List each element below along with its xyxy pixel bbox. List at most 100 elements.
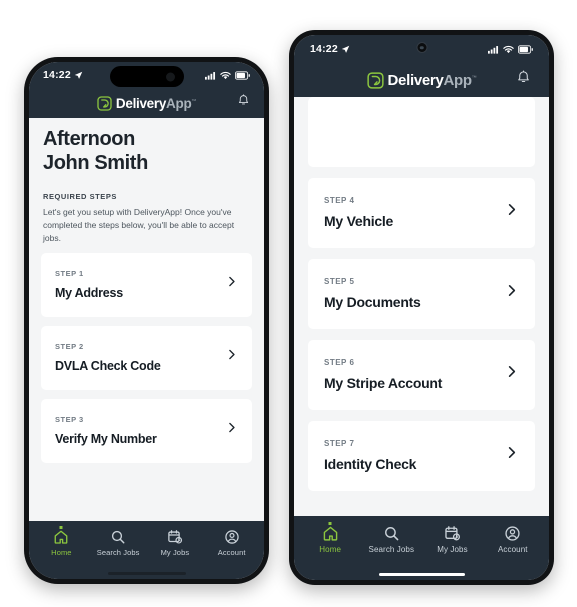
calendar-clock-icon bbox=[168, 530, 182, 544]
chevron-right-icon bbox=[225, 421, 238, 439]
active-indicator-dot bbox=[59, 526, 63, 529]
required-steps-section: REQUIRED STEPS Let's get you setup with … bbox=[29, 177, 264, 252]
screen-content-left: Afternoon John Smith REQUIRED STEPS Let'… bbox=[29, 118, 264, 521]
app-logo: DeliveryApp™ bbox=[366, 71, 477, 89]
step-card[interactable]: STEP 6 My Stripe Account bbox=[308, 340, 535, 410]
step-card-step-label: STEP 7 bbox=[324, 438, 355, 448]
deliveryapp-logo-icon bbox=[366, 71, 384, 89]
nav-label-my-jobs: My Jobs bbox=[437, 545, 468, 554]
step-card-texts: STEP 1 My Address bbox=[55, 269, 123, 300]
account-circle-icon bbox=[224, 530, 239, 544]
bell-icon bbox=[238, 94, 249, 105]
status-bar: 14:22 bbox=[294, 35, 549, 63]
status-bar-indicators bbox=[488, 44, 533, 54]
bell-icon bbox=[518, 70, 529, 83]
phone-mockup-right: 14:22 DeliveryApp™ STEP 4 My Vehicle STE… bbox=[289, 30, 554, 585]
battery-icon bbox=[235, 70, 250, 80]
phone-screen-right: 14:22 DeliveryApp™ STEP 4 My Vehicle STE… bbox=[294, 35, 549, 580]
step-card[interactable]: STEP 4 My Vehicle bbox=[308, 178, 535, 248]
step-card[interactable]: STEP 2 DVLA Check Code bbox=[41, 326, 252, 391]
step-card[interactable]: STEP 3 Verify My Number bbox=[41, 399, 252, 464]
status-bar-time-group: 14:22 bbox=[310, 43, 350, 55]
status-bar-time: 14:22 bbox=[43, 69, 71, 81]
step-card-step-label: STEP 2 bbox=[55, 341, 84, 351]
phone-screen-left: 14:22 DeliveryApp™ Afternoon John Smith … bbox=[29, 62, 264, 579]
app-bar: DeliveryApp™ bbox=[29, 88, 264, 118]
step-card-partial-cutoff[interactable] bbox=[308, 97, 535, 167]
step-card-texts: STEP 3 Verify My Number bbox=[55, 415, 157, 446]
nav-item-my-jobs[interactable]: My Jobs bbox=[430, 525, 474, 554]
active-indicator-dot bbox=[328, 522, 332, 525]
step-card-step-label: STEP 6 bbox=[324, 357, 355, 367]
step-card-title: DVLA Check Code bbox=[55, 358, 161, 373]
step-card-texts: STEP 7 Identity Check bbox=[324, 439, 416, 472]
steps-list-left: STEP 1 My Address STEP 2 DVLA Check Code bbox=[29, 251, 264, 464]
cellular-signal-icon bbox=[488, 45, 499, 54]
logo-trademark: ™ bbox=[191, 98, 197, 104]
status-bar-time-group: 14:22 bbox=[43, 69, 83, 81]
nav-item-search-jobs[interactable]: Search Jobs bbox=[369, 525, 415, 554]
logo-trademark: ™ bbox=[471, 74, 477, 81]
chevron-right-icon bbox=[504, 445, 519, 465]
home-icon bbox=[323, 526, 337, 541]
notification-bell-button[interactable] bbox=[237, 94, 250, 112]
step-card[interactable]: STEP 7 Identity Check bbox=[308, 421, 535, 491]
step-card-title: My Address bbox=[55, 285, 123, 300]
bottom-navigation-left: Home Search Jobs My Jobs Account bbox=[29, 521, 264, 567]
search-icon bbox=[112, 530, 125, 544]
wifi-icon bbox=[503, 45, 514, 53]
nav-item-home[interactable]: Home bbox=[39, 526, 83, 557]
step-card-title: My Documents bbox=[324, 293, 421, 310]
cellular-signal-icon bbox=[205, 71, 216, 80]
chevron-right-icon bbox=[504, 202, 519, 222]
step-card[interactable]: STEP 5 My Documents bbox=[308, 259, 535, 329]
step-card-texts: STEP 6 My Stripe Account bbox=[324, 358, 442, 391]
status-bar: 14:22 bbox=[29, 62, 264, 88]
home-icon bbox=[54, 530, 68, 544]
step-card[interactable]: STEP 1 My Address bbox=[41, 253, 252, 318]
location-arrow-icon bbox=[341, 45, 350, 53]
home-indicator-right[interactable] bbox=[378, 572, 465, 576]
steps-list-right: STEP 4 My Vehicle STEP 5 My Documents ST… bbox=[294, 97, 549, 491]
greeting-time-of-day: Afternoon bbox=[43, 128, 135, 150]
step-card-step-label: STEP 4 bbox=[324, 195, 355, 205]
deliveryapp-logo-icon bbox=[97, 95, 112, 111]
device-punch-hole-camera bbox=[416, 42, 427, 53]
status-bar-time: 14:22 bbox=[310, 43, 338, 55]
logo-text-light: App bbox=[443, 71, 473, 89]
nav-item-search-jobs[interactable]: Search Jobs bbox=[96, 529, 140, 557]
chevron-right-icon bbox=[504, 364, 519, 384]
step-card-title: Identity Check bbox=[324, 455, 417, 472]
notification-bell-button[interactable] bbox=[516, 70, 531, 90]
app-logo-text: DeliveryApp™ bbox=[116, 96, 196, 111]
home-indicator-bar-left bbox=[29, 567, 264, 579]
nav-label-search-jobs: Search Jobs bbox=[96, 548, 140, 557]
nav-item-account[interactable]: Account bbox=[491, 525, 535, 554]
bottom-navigation-right: Home Search Jobs My Jobs Account bbox=[294, 516, 549, 568]
home-indicator-left[interactable] bbox=[107, 571, 186, 575]
greeting-block: Afternoon John Smith bbox=[29, 118, 264, 178]
status-bar-indicators bbox=[205, 70, 250, 80]
nav-label-home: Home bbox=[319, 545, 342, 554]
step-card-texts: STEP 2 DVLA Check Code bbox=[55, 342, 161, 373]
battery-icon bbox=[518, 44, 533, 54]
phone-mockup-left: 14:22 DeliveryApp™ Afternoon John Smith … bbox=[24, 57, 269, 584]
home-indicator-bar-right bbox=[294, 568, 549, 580]
step-card-title: Verify My Number bbox=[55, 431, 157, 446]
step-card-texts: STEP 4 My Vehicle bbox=[324, 196, 393, 229]
location-arrow-icon bbox=[74, 71, 83, 79]
nav-item-account[interactable]: Account bbox=[210, 529, 254, 557]
nav-item-my-jobs[interactable]: My Jobs bbox=[153, 529, 197, 557]
nav-label-account: Account bbox=[497, 545, 528, 554]
calendar-clock-icon bbox=[445, 526, 460, 541]
greeting-user-name: John Smith bbox=[43, 152, 148, 175]
step-card-title: My Stripe Account bbox=[324, 374, 443, 391]
logo-text-light: App bbox=[166, 95, 192, 111]
device-notch bbox=[109, 66, 184, 87]
nav-item-home[interactable]: Home bbox=[308, 522, 352, 554]
account-circle-icon bbox=[505, 526, 520, 541]
chevron-right-icon bbox=[225, 348, 238, 366]
wifi-icon bbox=[220, 71, 231, 79]
step-card-step-label: STEP 5 bbox=[324, 276, 355, 286]
nav-label-search-jobs: Search Jobs bbox=[368, 545, 415, 554]
